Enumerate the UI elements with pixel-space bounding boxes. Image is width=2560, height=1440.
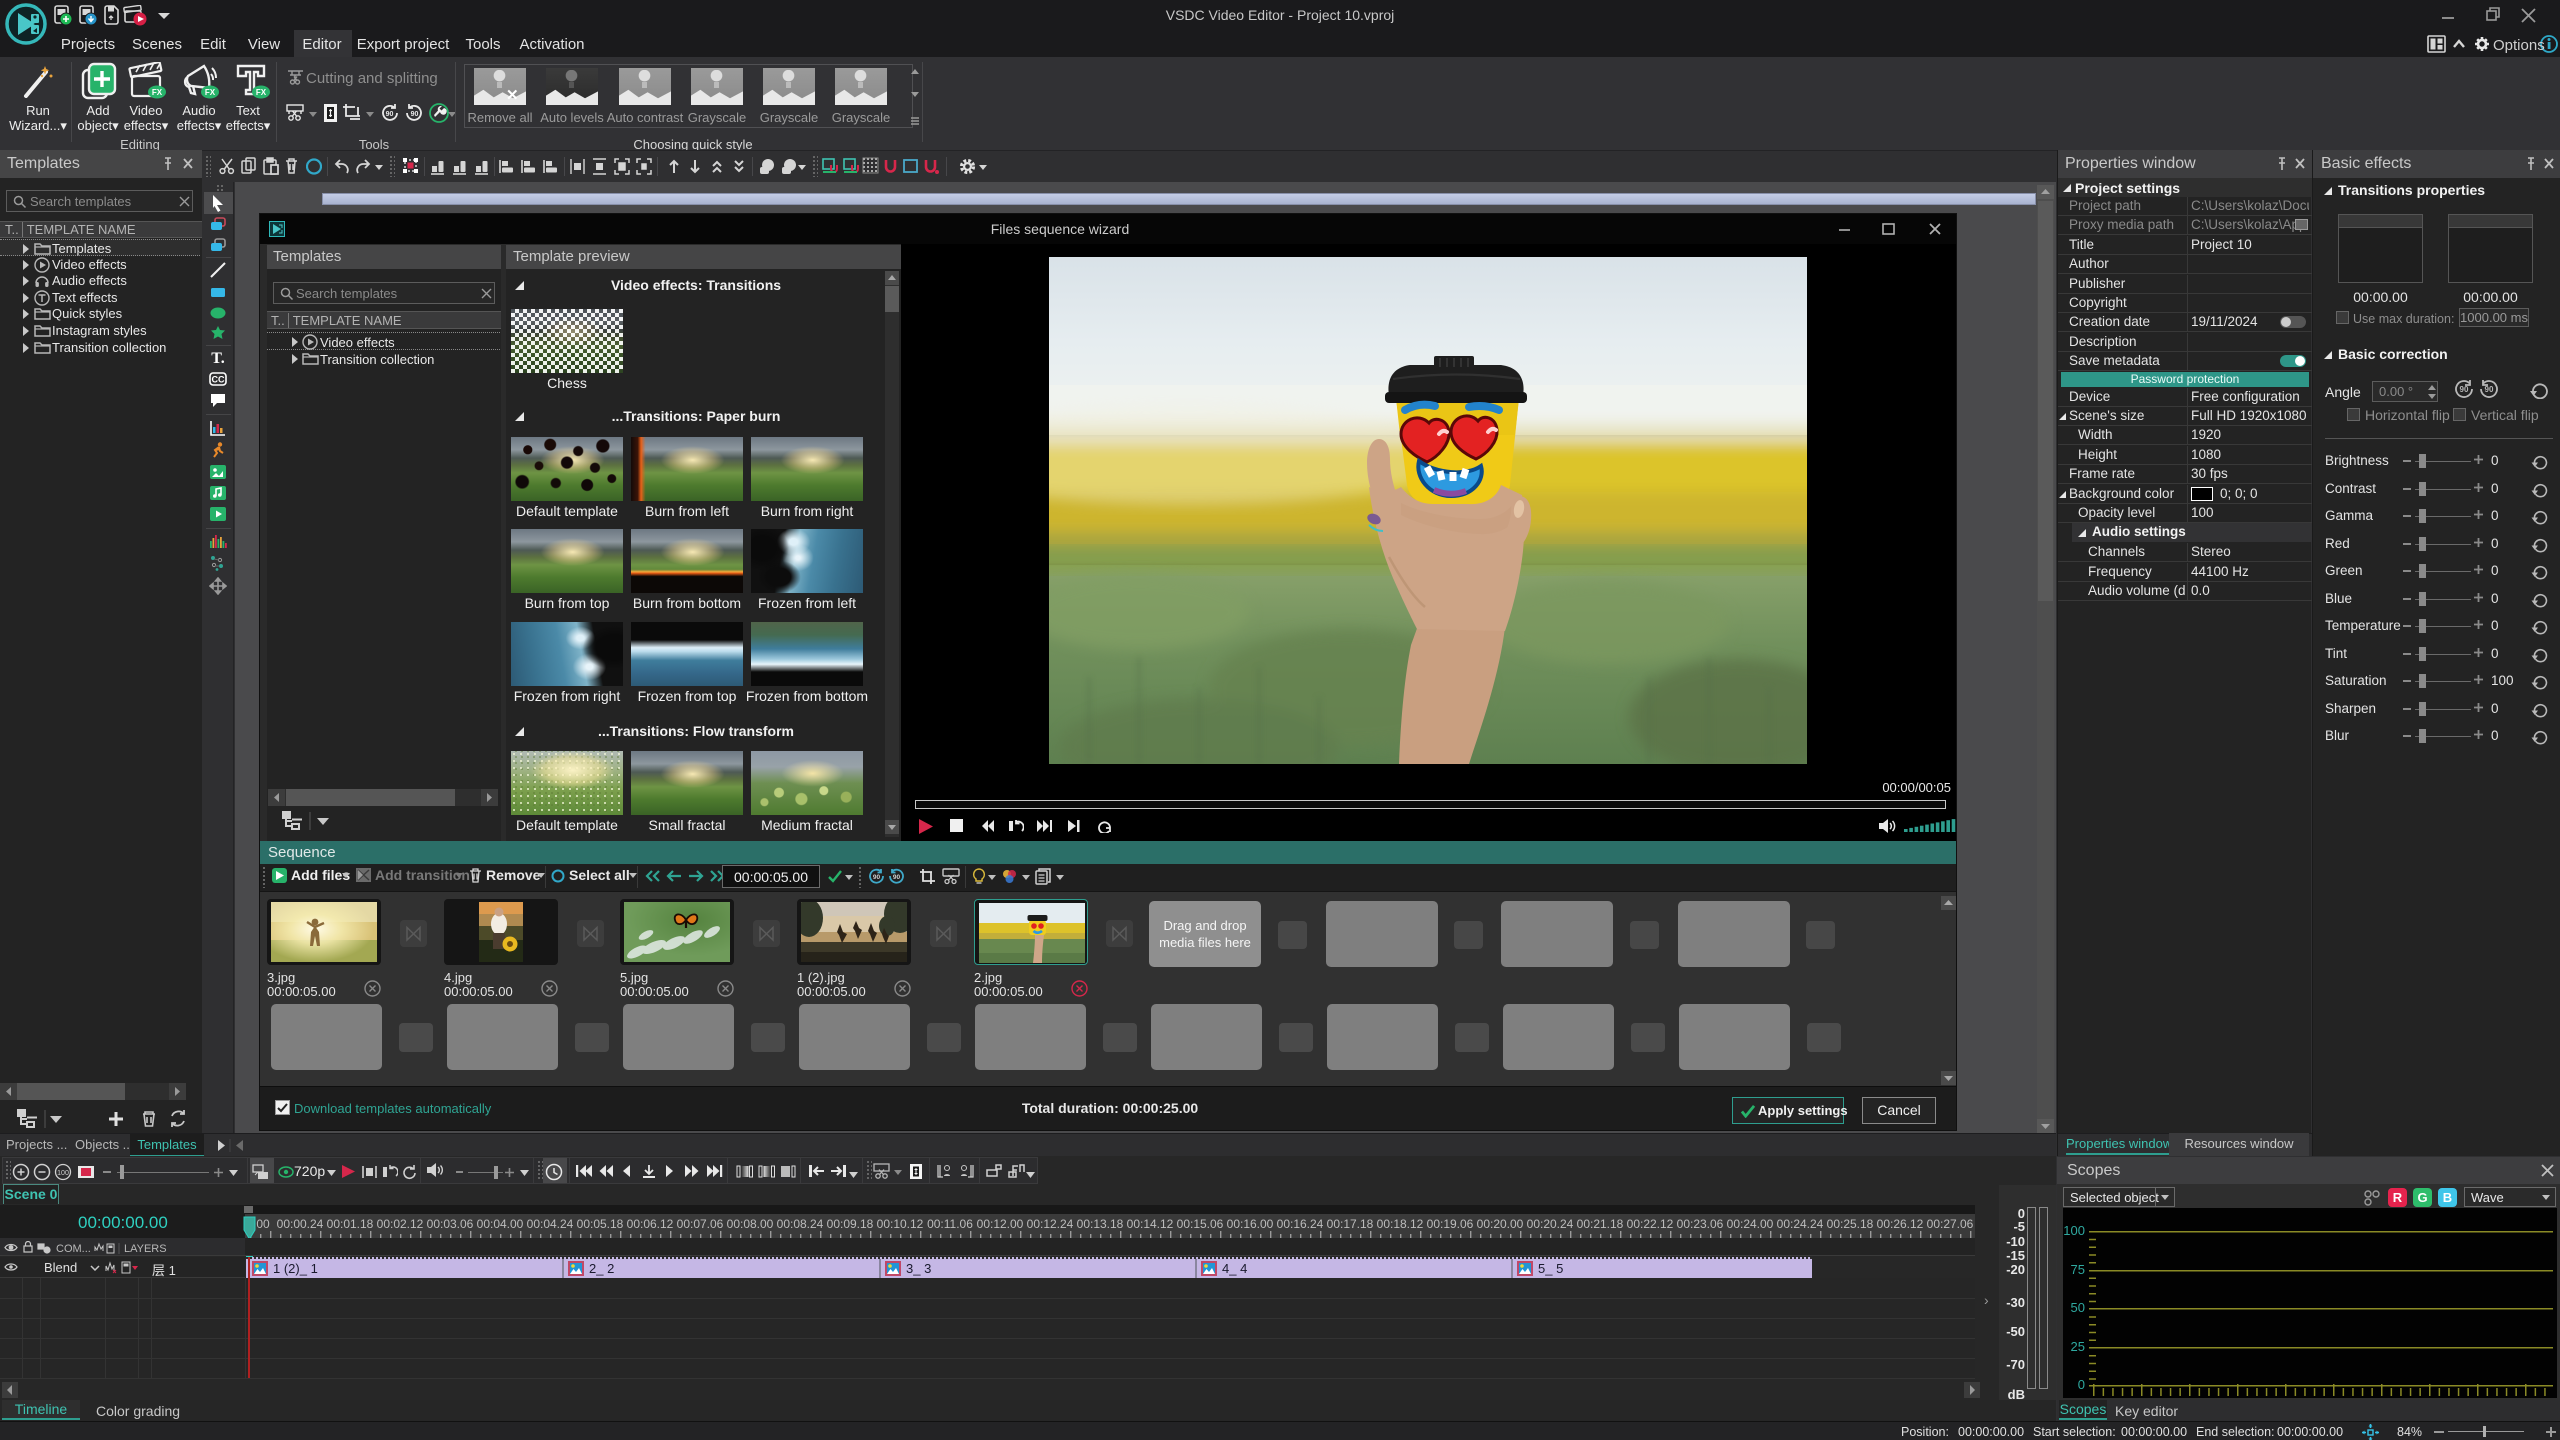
svg-text:00:12.24: 00:12.24 xyxy=(1027,1217,1074,1231)
svg-text:50: 50 xyxy=(2071,1300,2085,1315)
svg-text:90: 90 xyxy=(893,874,901,881)
svg-text:COM...: COM... xyxy=(56,1243,91,1254)
svg-text:00:20.24: 00:20.24 xyxy=(1527,1217,1574,1231)
svg-text:00:24.00: 00:24.00 xyxy=(1727,1217,1774,1231)
svg-text:00:11.06: 00:11.06 xyxy=(927,1217,973,1231)
svg-text:00:04.00: 00:04.00 xyxy=(477,1217,524,1231)
svg-text:00:21.18: 00:21.18 xyxy=(1577,1217,1624,1231)
svg-text:00:02.12: 00:02.12 xyxy=(377,1217,424,1231)
svg-text:90: 90 xyxy=(411,111,419,118)
svg-text:00:22.12: 00:22.12 xyxy=(1627,1217,1674,1231)
svg-text:90: 90 xyxy=(386,111,394,118)
svg-text:00:03.06: 00:03.06 xyxy=(427,1217,474,1231)
svg-text:LAYERS: LAYERS xyxy=(124,1243,167,1254)
svg-text:00:24.24: 00:24.24 xyxy=(1777,1217,1824,1231)
svg-text:00:05.18: 00:05.18 xyxy=(577,1217,624,1231)
svg-text:00:08.00: 00:08.00 xyxy=(727,1217,774,1231)
svg-text:00:18.12: 00:18.12 xyxy=(1377,1217,1424,1231)
svg-text:00:19.06: 00:19.06 xyxy=(1427,1217,1474,1231)
svg-text:00:13.18: 00:13.18 xyxy=(1077,1217,1124,1231)
svg-text:00:27.06: 00:27.06 xyxy=(1927,1217,1974,1231)
svg-text:00:09.18: 00:09.18 xyxy=(827,1217,874,1231)
svg-text:90: 90 xyxy=(2485,385,2494,394)
svg-text:00:04.24: 00:04.24 xyxy=(527,1217,574,1231)
svg-text:00:00.24: 00:00.24 xyxy=(277,1217,324,1231)
svg-text:100: 100 xyxy=(57,1170,69,1177)
svg-text:00:10.12: 00:10.12 xyxy=(877,1217,924,1231)
svg-text:FX: FX xyxy=(205,88,216,97)
svg-text:00:07.06: 00:07.06 xyxy=(677,1217,724,1231)
svg-text:00:06.12: 00:06.12 xyxy=(627,1217,674,1231)
svg-text:75: 75 xyxy=(2071,1262,2085,1277)
svg-text:T.: T. xyxy=(211,350,224,367)
svg-text:00:23.06: 00:23.06 xyxy=(1677,1217,1724,1231)
svg-text:00:25.18: 00:25.18 xyxy=(1827,1217,1874,1231)
svg-text:0: 0 xyxy=(2078,1377,2085,1392)
svg-text:25: 25 xyxy=(2071,1339,2085,1354)
svg-text:00:01.18: 00:01.18 xyxy=(327,1217,374,1231)
svg-text:00:15.06: 00:15.06 xyxy=(1177,1217,1224,1231)
svg-text:00:08.24: 00:08.24 xyxy=(777,1217,824,1231)
svg-text:00:17.18: 00:17.18 xyxy=(1327,1217,1374,1231)
svg-text:FX: FX xyxy=(256,88,267,97)
svg-text:CC: CC xyxy=(212,375,225,385)
svg-text:00:14.12: 00:14.12 xyxy=(1127,1217,1174,1231)
svg-text:90: 90 xyxy=(2460,385,2469,394)
svg-text:00:12.00: 00:12.00 xyxy=(977,1217,1024,1231)
svg-text:00:20.00: 00:20.00 xyxy=(1477,1217,1524,1231)
svg-text:100: 100 xyxy=(2063,1223,2085,1238)
svg-text:00:16.24: 00:16.24 xyxy=(1277,1217,1324,1231)
svg-text:90: 90 xyxy=(873,874,881,881)
svg-text:00:16.00: 00:16.00 xyxy=(1227,1217,1274,1231)
svg-text:00:26.12: 00:26.12 xyxy=(1877,1217,1924,1231)
svg-text:FX: FX xyxy=(152,88,163,97)
